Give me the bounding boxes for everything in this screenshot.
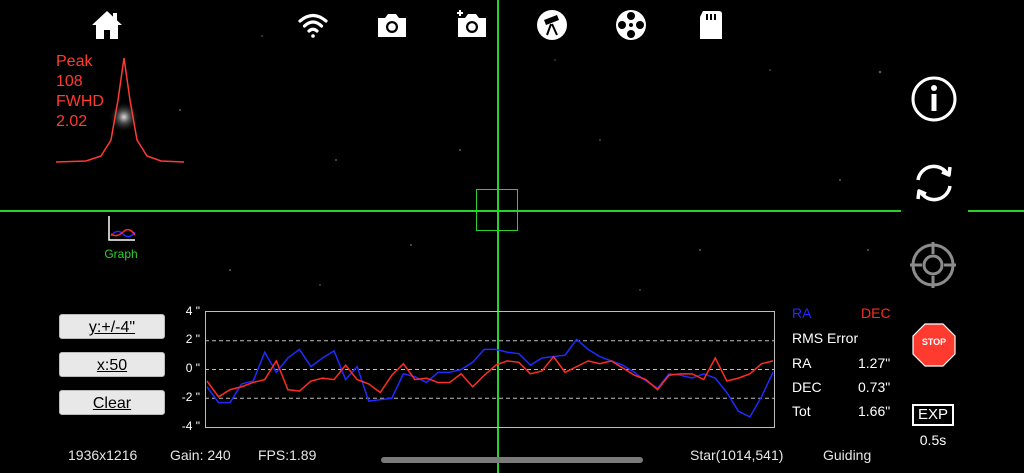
filter-wheel-icon[interactable]	[614, 8, 648, 42]
y-tick-label: 0 "	[185, 361, 200, 375]
y-scale-button[interactable]: y:+/-4"	[59, 314, 165, 339]
rms-ra-value: 1.27"	[858, 355, 891, 371]
right-control-panel	[901, 0, 968, 473]
rms-title: RMS Error	[792, 330, 859, 346]
rms-ra-label: RA	[792, 355, 812, 371]
clear-button[interactable]: Clear	[59, 390, 165, 415]
exposure-value: 0.5s	[919, 432, 947, 448]
telescope-icon[interactable]	[535, 8, 569, 42]
info-icon[interactable]	[910, 75, 958, 123]
x-scale-button[interactable]: x:50	[59, 352, 165, 377]
fwhd-label: FWHD	[56, 93, 104, 110]
exposure-button[interactable]: EXP	[912, 404, 954, 426]
y-tick-label: -4 "	[181, 419, 200, 433]
graph-label: Graph	[104, 247, 138, 261]
guiding-status: Guiding	[823, 447, 872, 463]
fwhd-value: 2.02	[56, 113, 88, 130]
rms-tot-label: Tot	[792, 403, 811, 419]
dec-legend: DEC	[861, 305, 891, 321]
graph-toggle-button[interactable]: Graph	[98, 214, 144, 264]
gain-status: Gain: 240	[170, 447, 231, 463]
y-tick-label: -2 "	[181, 390, 200, 404]
graph-icon	[108, 216, 136, 241]
stop-label: STOP	[921, 337, 947, 347]
rms-dec-value: 0.73"	[858, 379, 891, 395]
home-indicator[interactable]	[381, 457, 643, 463]
resolution-status: 1936x1216	[68, 447, 138, 463]
rms-tot-value: 1.66"	[858, 403, 891, 419]
home-icon[interactable]	[90, 8, 124, 42]
y-tick-label: 4 "	[185, 304, 200, 318]
guide-star-box	[476, 189, 518, 231]
rms-dec-label: DEC	[792, 379, 822, 395]
camera-icon[interactable]	[375, 8, 409, 42]
peak-value: 108	[56, 73, 83, 90]
y-tick-label: 2 "	[185, 332, 200, 346]
camera-settings-icon[interactable]	[455, 8, 489, 42]
peak-label: Peak	[56, 53, 93, 70]
refresh-icon[interactable]	[909, 158, 959, 208]
guide-graph	[205, 311, 775, 428]
sd-card-icon[interactable]	[694, 8, 728, 42]
target-icon[interactable]	[908, 240, 958, 290]
ra-series-line	[206, 338, 774, 418]
star-profile-readout: Peak 108 FWHD 2.02	[56, 52, 104, 132]
wifi-icon[interactable]	[296, 8, 330, 42]
star-position-status: Star(1014,541)	[690, 447, 784, 463]
stop-button[interactable]: STOP	[911, 322, 957, 368]
fps-status: FPS:1.89	[258, 447, 317, 463]
ra-legend: RA	[792, 305, 812, 321]
